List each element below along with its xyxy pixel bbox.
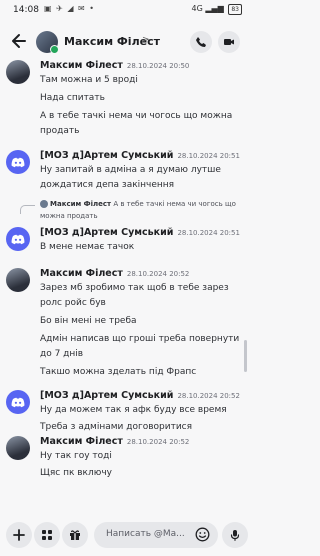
author-name[interactable]: Максим Філест	[40, 60, 123, 71]
phone-icon	[196, 37, 206, 47]
author-name[interactable]: [МОЗ д]Артем Сумський	[40, 227, 173, 238]
online-status-icon	[50, 45, 59, 54]
message-text: продать	[40, 126, 80, 136]
message-text: Щяс пк включу	[40, 468, 112, 478]
author-name[interactable]: [МОЗ д]Артем Сумський	[40, 150, 173, 161]
author-name[interactable]: [МОЗ д]Артем Сумський	[40, 390, 173, 401]
avatar[interactable]	[6, 227, 30, 251]
message-text: Треба з адмінами договоритися	[40, 422, 193, 432]
author-name[interactable]: Максим Філест	[40, 268, 123, 279]
notification-icons: ▣ ✈ ◢ ✉ •	[44, 4, 96, 13]
gift-icon	[70, 530, 80, 540]
arrow-left-icon[interactable]	[10, 30, 28, 52]
reply-text: можна продать	[40, 212, 98, 220]
message-header: Максим Філест 28.10.2024 20:52	[40, 268, 189, 279]
plus-icon	[13, 529, 25, 541]
call-button[interactable]	[190, 31, 212, 53]
battery-icon: 83	[228, 4, 242, 15]
message-text: ролс ройс був	[40, 298, 106, 308]
video-icon	[224, 39, 234, 45]
scrollbar[interactable]	[244, 340, 247, 372]
message-text: Бо він мені не треба	[40, 316, 137, 326]
video-button[interactable]	[218, 31, 240, 53]
avatar[interactable]	[6, 60, 30, 84]
message-time: 28.10.2024 20:50	[126, 62, 190, 70]
message-text: Зарез мб зробимо так щоб в тебе зарез	[40, 283, 229, 293]
grid-icon	[42, 530, 52, 540]
apps-button[interactable]	[34, 522, 60, 548]
reply-connector	[20, 205, 35, 214]
message-text: Ну да можем так я афк буду все время	[40, 405, 227, 415]
message-input[interactable]: Написать @Ма...	[94, 522, 218, 548]
message-text: Адмін написав що гроші треба повернути	[40, 334, 240, 344]
status-bar: 14:08 ▣ ✈ ◢ ✉ • 4G ▂▄▆ 83	[0, 0, 250, 22]
message-composer: Написать @Ма...	[0, 508, 250, 556]
message-text: В мене немає тачок	[40, 242, 135, 252]
message-text: Ну запитай в адміна а я думаю лутше	[40, 165, 221, 175]
message-time: 28.10.2024 20:51	[177, 229, 240, 237]
message-header: Максим Філест 28.10.2024 20:50	[40, 60, 189, 71]
message-time: 28.10.2024 20:52	[177, 392, 240, 400]
emoji-icon[interactable]	[195, 527, 210, 542]
status-right: 4G ▂▄▆ 83	[191, 4, 242, 15]
avatar[interactable]	[6, 390, 30, 414]
message-header: [МОЗ д]Артем Сумський 28.10.2024 20:51	[40, 227, 240, 238]
add-attachment-button[interactable]	[6, 522, 32, 548]
message-text: Такшо можна зделать під Фрапс	[40, 367, 197, 377]
network-indicator: 4G	[191, 4, 203, 13]
message-text: А в тебе тачкі нема чи чогось що можна	[40, 111, 233, 121]
message-header: Максим Філест 28.10.2024 20:52	[40, 436, 189, 447]
avatar	[40, 200, 48, 208]
message-header: [МОЗ д]Артем Сумський 28.10.2024 20:51	[40, 150, 240, 161]
author-name[interactable]: Максим Філест	[40, 436, 123, 447]
avatar[interactable]	[6, 150, 30, 174]
reply-text: А в тебе тачкі нема чи чогось що	[113, 200, 236, 208]
message-input-placeholder: Написать @Ма...	[106, 529, 185, 539]
chevron-right-icon[interactable]: >	[142, 35, 150, 45]
message-time: 28.10.2024 20:51	[177, 152, 240, 160]
chat-header: Максим Філест >	[0, 24, 250, 60]
discord-logo-icon	[11, 157, 25, 167]
message-text: до 7 днів	[40, 349, 84, 359]
microphone-icon	[230, 530, 240, 541]
discord-logo-icon	[11, 397, 25, 407]
avatar[interactable]	[6, 436, 30, 460]
signal-icon: ▂▄▆	[205, 4, 224, 13]
avatar[interactable]	[36, 31, 59, 54]
message-text: дождатися депа закінчення	[40, 180, 175, 190]
message-time: 28.10.2024 20:52	[126, 438, 190, 446]
voice-message-button[interactable]	[222, 522, 248, 548]
message-time: 28.10.2024 20:52	[126, 270, 190, 278]
status-time: 14:08	[13, 5, 39, 15]
message-text: Ну так гоу тоді	[40, 451, 112, 461]
avatar[interactable]	[6, 268, 30, 292]
discord-logo-icon	[11, 234, 25, 244]
gift-button[interactable]	[62, 522, 88, 548]
reply-preview[interactable]: Максим Філест А в тебе тачкі нема чи чог…	[40, 200, 236, 208]
reply-author: Максим Філест	[50, 200, 112, 208]
message-text: Нада спитать	[40, 93, 105, 103]
message-text: Там можна и 5 вроді	[40, 75, 138, 85]
message-header: [МОЗ д]Артем Сумський 28.10.2024 20:52	[40, 390, 240, 401]
